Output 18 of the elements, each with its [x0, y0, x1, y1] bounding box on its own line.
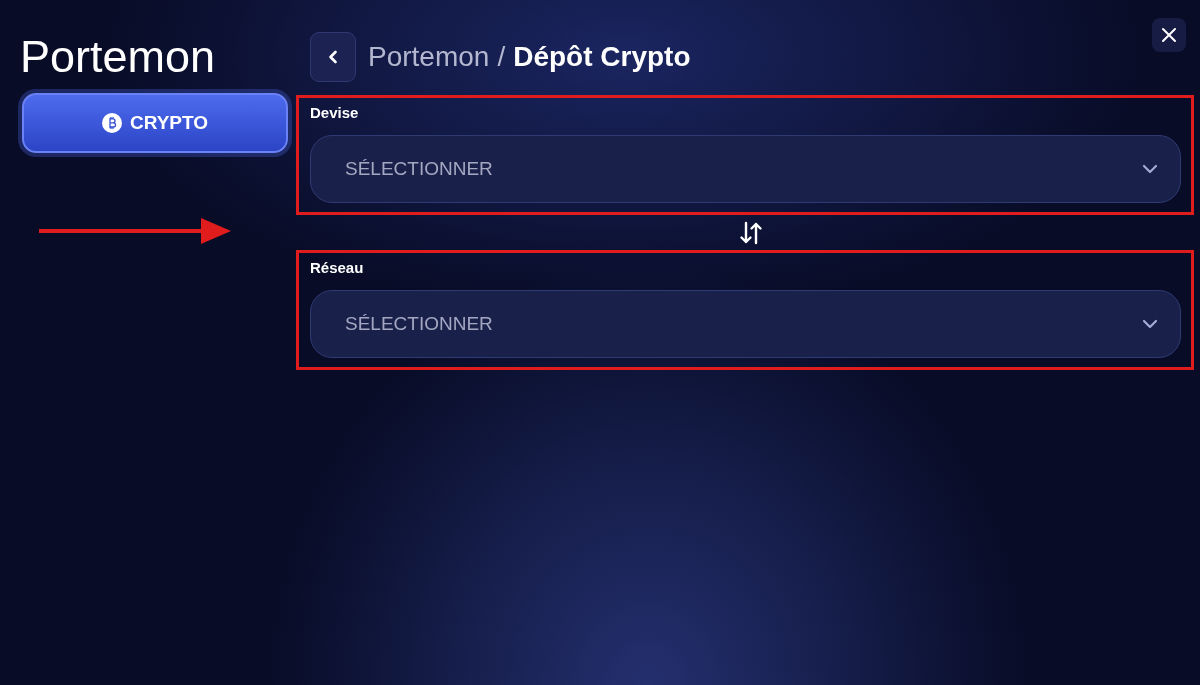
category-tab[interactable]: CRYPTO	[22, 93, 288, 153]
back-icon	[326, 50, 340, 64]
coin-icon	[101, 113, 122, 133]
arrow-icon	[39, 216, 231, 246]
select-field[interactable]: SÉLECTIONNER	[310, 290, 1181, 358]
close-icon	[1161, 27, 1177, 43]
chevron-down-icon	[1142, 164, 1158, 174]
breadcrumb-link[interactable]: Portemon	[368, 40, 490, 74]
page-title: Dépôt Crypto	[513, 40, 691, 74]
wallet-title: Portemon	[20, 30, 217, 84]
select-field[interactable]: SÉLECTIONNER	[310, 135, 1181, 203]
chevron-down-icon	[1142, 319, 1158, 329]
close-button[interactable]	[1152, 18, 1186, 52]
field-label: Devise	[310, 103, 360, 123]
breadcrumb-separator: /	[497, 40, 506, 74]
swap-arrows-icon	[738, 219, 764, 246]
back-button[interactable]	[310, 32, 356, 82]
field-label: Réseau	[310, 258, 365, 278]
